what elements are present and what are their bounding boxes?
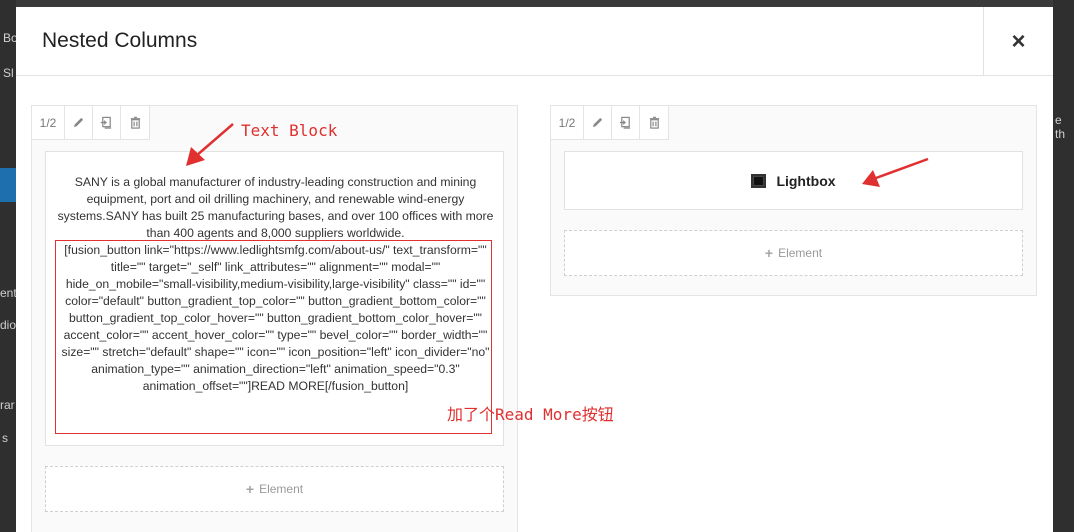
arrow-to-text-block bbox=[186, 123, 234, 166]
arrow-to-lightbox bbox=[862, 157, 929, 187]
annotation-arrows bbox=[186, 123, 929, 187]
